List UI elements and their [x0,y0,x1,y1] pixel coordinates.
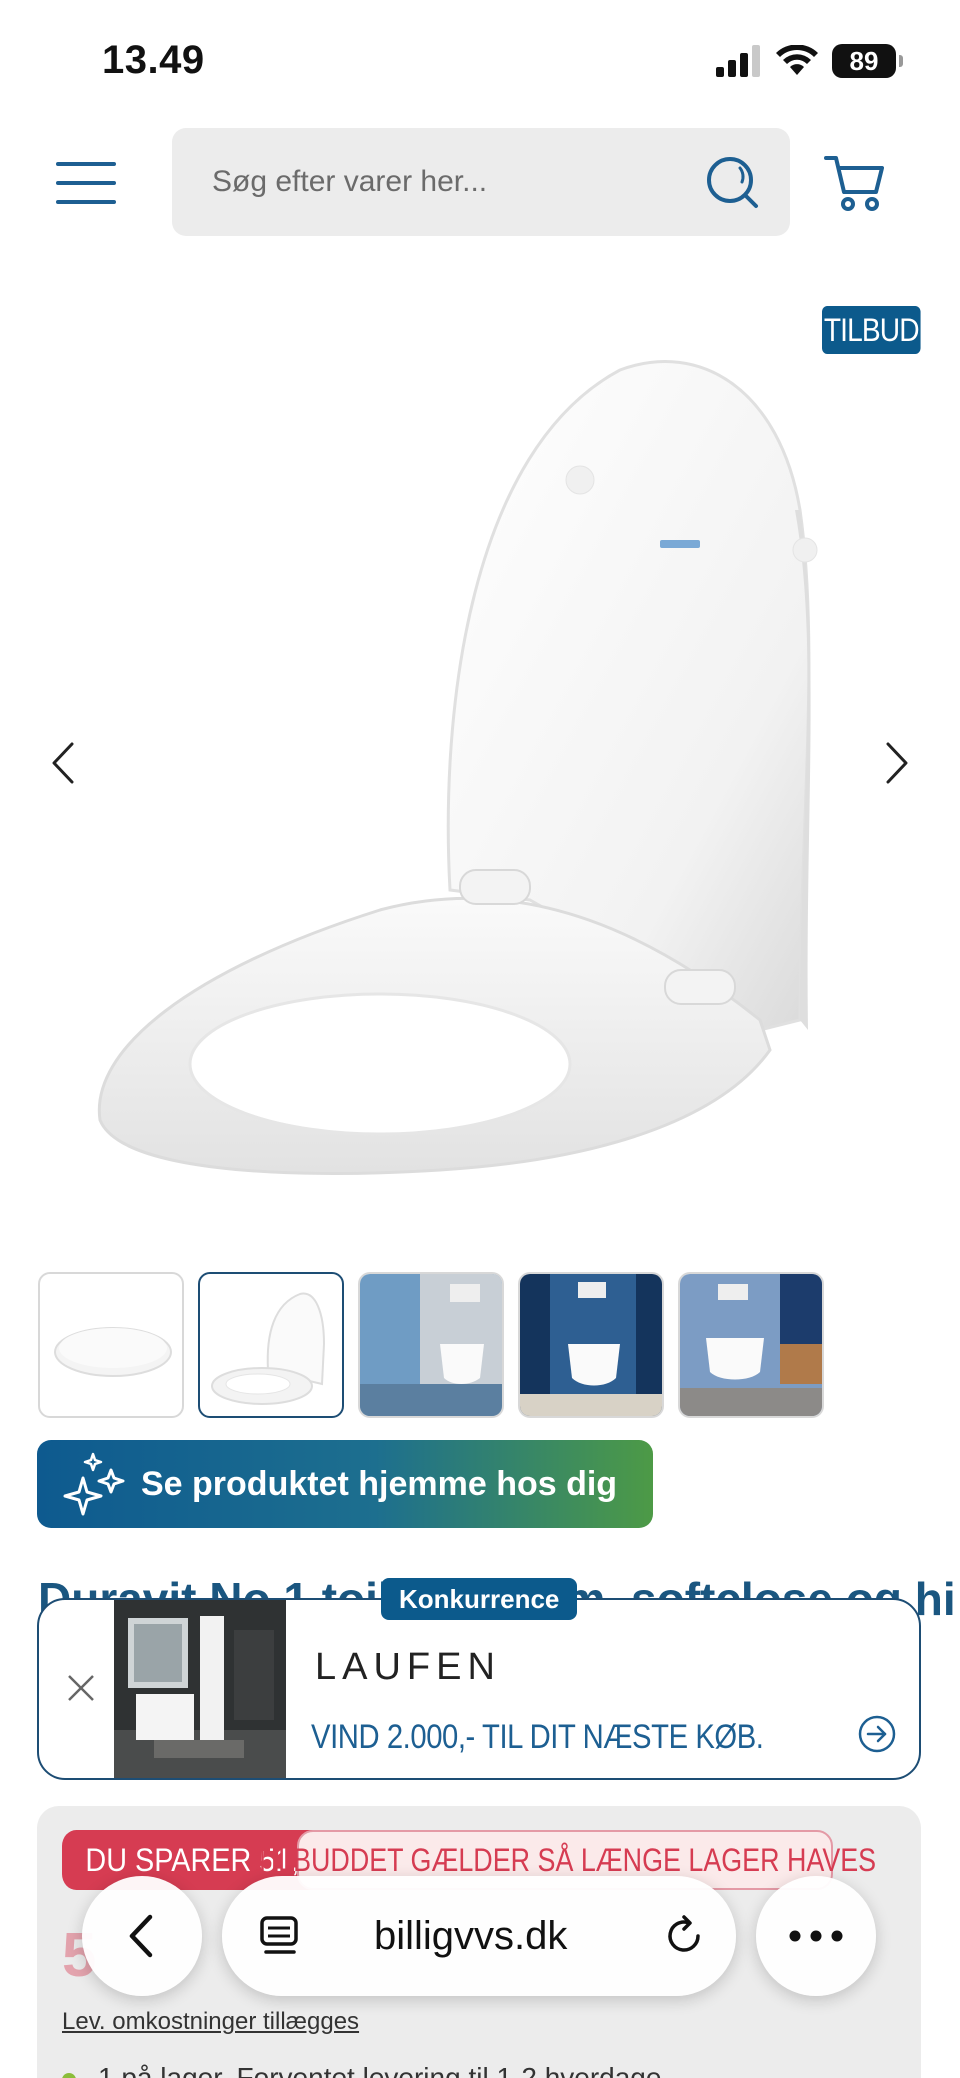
try-at-home-button[interactable]: Se produktet hjemme hos dig [37,1440,653,1528]
search-input[interactable] [212,158,692,206]
delivery-cost-link[interactable]: Lev. omkostninger tillægges [62,2008,359,2036]
thumbnail-bathroom-image [360,1274,502,1416]
sparkle-icon [63,1452,125,1516]
stock-status-text: 1 på lager. Forventet levering til 1-2 h… [98,2062,662,2078]
thumbnail-3[interactable] [358,1272,504,1418]
previous-image-arrow-icon[interactable] [44,738,84,788]
wifi-icon [776,45,818,75]
try-at-home-label: Se produktet hjemme hos dig [141,1464,618,1503]
thumbnail-seat-open-image [211,1292,326,1405]
status-bar: 13.49 89 [0,0,960,120]
thumbnail-strip [38,1272,824,1418]
thumbnail-bathroom-image [520,1274,662,1416]
arrow-right-circle-icon[interactable] [857,1714,897,1754]
thumbnail-5[interactable] [678,1272,824,1418]
cellular-signal-icon [716,45,760,77]
promo-tag: Konkurrence [381,1578,578,1620]
promo-image [114,1600,286,1778]
site-header [0,128,960,238]
status-icons: 89 [716,44,903,78]
status-time: 13.49 [102,38,205,82]
stock-status: 1 på lager. Forventet levering til 1-2 h… [62,2062,661,2078]
more-options-button[interactable] [756,1876,876,1996]
cart-icon[interactable] [822,150,888,216]
chevron-left-icon [129,1914,153,1958]
thumbnail-seat-closed-image [54,1327,172,1377]
thumbnail-4[interactable] [518,1272,664,1418]
reload-icon[interactable] [662,1914,706,1958]
thumbnail-2[interactable] [198,1272,344,1418]
hamburger-menu-icon[interactable] [56,158,116,208]
browser-toolbar: billigvvs.dk [0,1872,960,2002]
address-bar[interactable]: billigvvs.dk [222,1876,736,1996]
browser-back-button[interactable] [82,1876,202,1996]
promo-text: VIND 2.000,- TIL DIT NÆSTE KØB. [311,1718,764,1756]
in-stock-dot-icon [62,2072,76,2078]
url-text: billigvvs.dk [374,1914,568,1958]
more-dots-icon [789,1930,843,1942]
next-image-arrow-icon[interactable] [876,738,916,788]
tabs-icon[interactable] [258,1914,302,1958]
search-box[interactable] [172,128,790,236]
product-image[interactable] [60,330,900,1210]
search-icon[interactable] [702,152,762,212]
promo-banner[interactable]: LAUFEN VIND 2.000,- TIL DIT NÆSTE KØB. [37,1598,921,1780]
promo-brand-logo: LAUFEN [315,1646,501,1688]
close-icon[interactable] [61,1668,101,1708]
thumbnail-1[interactable] [38,1272,184,1418]
battery-indicator: 89 [832,44,903,78]
thumbnail-bathroom-image [680,1274,822,1416]
